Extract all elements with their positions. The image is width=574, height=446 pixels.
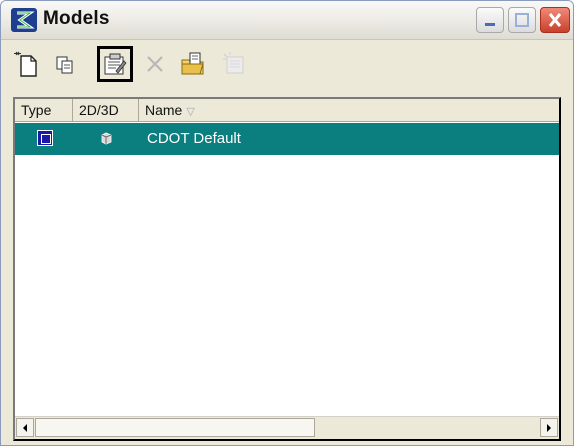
column-header-type[interactable]: Type xyxy=(15,99,73,121)
active-model-icon xyxy=(223,52,244,74)
scroll-left-icon xyxy=(23,423,27,432)
new-model-button[interactable] xyxy=(9,46,45,82)
horizontal-scrollbar[interactable] xyxy=(15,416,559,439)
copy-model-icon xyxy=(56,56,73,74)
title-bar[interactable]: Models xyxy=(1,1,573,40)
edit-properties-icon xyxy=(104,53,127,75)
toolbar xyxy=(1,40,573,92)
delete-model-button[interactable] xyxy=(137,46,173,82)
new-model-icon xyxy=(14,51,37,77)
import-button[interactable] xyxy=(175,46,211,82)
window-title: Models xyxy=(43,8,110,29)
app-icon xyxy=(11,8,37,32)
models-list[interactable]: Type 2D/3D Name ▽ CDOT Default xyxy=(13,97,561,441)
table-row[interactable]: CDOT Default xyxy=(15,123,559,155)
maximize-icon xyxy=(515,13,529,27)
list-header: Type 2D/3D Name ▽ xyxy=(15,99,559,122)
column-header-name-label: Name xyxy=(145,102,183,118)
delete-model-icon xyxy=(147,56,163,72)
close-icon xyxy=(548,13,562,27)
import-icon xyxy=(181,52,204,75)
minimize-button[interactable] xyxy=(476,7,504,33)
column-header-2d3d[interactable]: 2D/3D xyxy=(73,99,139,121)
maximize-button[interactable] xyxy=(508,7,536,33)
minimize-icon xyxy=(485,23,495,26)
scroll-thumb[interactable] xyxy=(35,418,315,437)
close-button[interactable] xyxy=(540,7,570,33)
model-design-icon xyxy=(37,130,53,146)
active-model-button[interactable] xyxy=(217,46,253,82)
copy-model-button[interactable] xyxy=(47,46,83,82)
models-window: Models Type 2D/3D Name ▽ CDOT Default xyxy=(0,0,574,446)
scroll-right-icon xyxy=(547,423,551,432)
3d-model-icon xyxy=(101,132,112,145)
column-header-name[interactable]: Name ▽ xyxy=(139,99,559,121)
sort-arrow-icon: ▽ xyxy=(186,106,195,118)
edit-properties-button[interactable] xyxy=(97,46,133,82)
scroll-right-button[interactable] xyxy=(540,418,558,437)
row-name: CDOT Default xyxy=(147,130,241,147)
scroll-left-button[interactable] xyxy=(16,418,34,437)
